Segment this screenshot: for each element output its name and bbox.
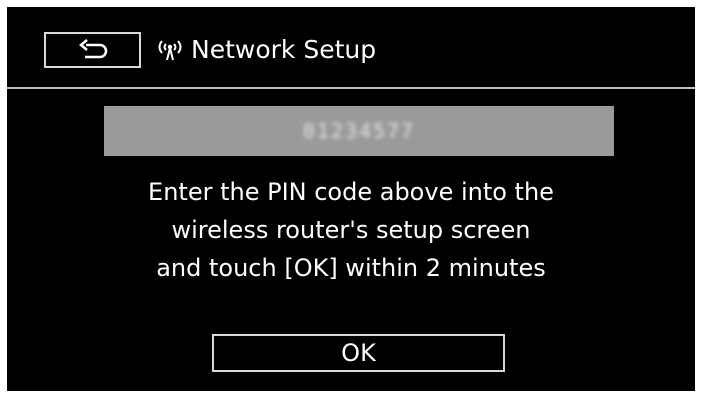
header: Network Setup bbox=[7, 7, 695, 87]
instruction-line-2: wireless router's setup screen bbox=[171, 216, 531, 244]
pin-code-box: 01234577 bbox=[104, 106, 614, 156]
wireless-antenna-icon bbox=[158, 40, 182, 61]
return-arrow-icon bbox=[78, 39, 107, 59]
instruction-message: Enter the PIN code above into the wirele… bbox=[7, 173, 695, 287]
ok-button[interactable]: OK bbox=[212, 334, 505, 372]
back-button[interactable] bbox=[44, 32, 141, 68]
instruction-line-1: Enter the PIN code above into the bbox=[148, 178, 554, 206]
page-title: Network Setup bbox=[191, 35, 377, 64]
network-setup-screen: Network Setup 01234577 Enter the PIN cod… bbox=[7, 7, 695, 391]
header-divider bbox=[7, 87, 695, 89]
instruction-line-3: and touch [OK] within 2 minutes bbox=[156, 254, 546, 282]
pin-code-value: 01234577 bbox=[302, 119, 416, 143]
